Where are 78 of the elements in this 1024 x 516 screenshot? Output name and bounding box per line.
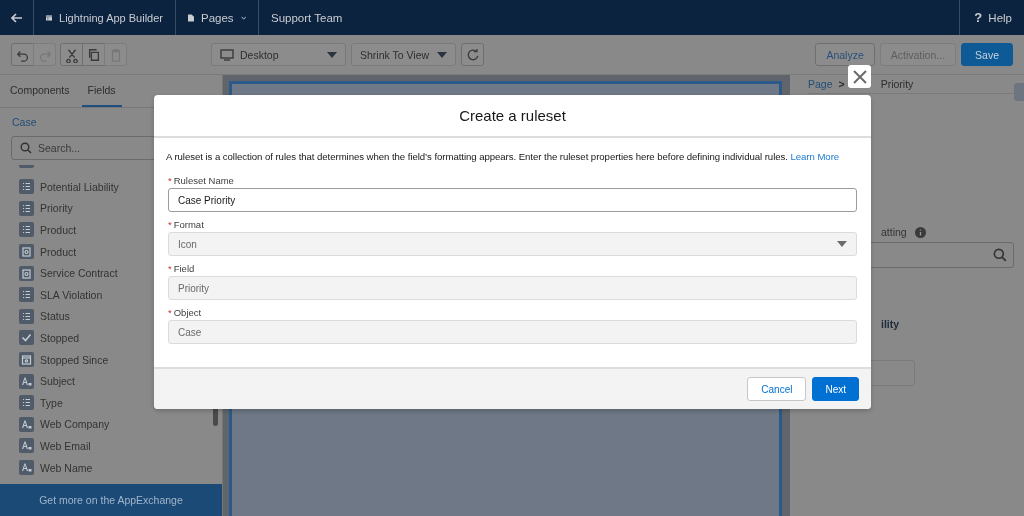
- picklist-field-icon: [19, 395, 34, 411]
- picklist-field-icon: [19, 287, 34, 303]
- dropdown-arrow-icon: [327, 51, 337, 58]
- dialog-button[interactable]: Next: [812, 377, 859, 401]
- field-name[interactable]: SLA Violation: [40, 288, 103, 301]
- picklist-field-icon: [19, 222, 34, 238]
- field-type-icon: [19, 165, 34, 168]
- text-field-icon: [19, 460, 34, 475]
- field-name[interactable]: Product: [40, 245, 77, 258]
- panel-tab[interactable]: Fields: [81, 75, 122, 107]
- object-link[interactable]: Case: [12, 116, 37, 128]
- undo-button[interactable]: [11, 43, 34, 66]
- picklist-field-icon: [19, 200, 34, 216]
- required-asterisk: *: [168, 263, 172, 274]
- collapse-handle[interactable]: [1014, 83, 1024, 101]
- chevron-icon: [240, 14, 246, 21]
- required-asterisk: *: [168, 307, 172, 318]
- close-button[interactable]: [848, 65, 871, 88]
- date-field-icon: [19, 352, 34, 368]
- picklist-field-icon: [19, 308, 34, 324]
- info-icon: [914, 226, 926, 238]
- required-asterisk: *: [168, 219, 172, 230]
- property-label: atting: [881, 226, 907, 238]
- field-label: Format: [173, 219, 204, 230]
- toolbar-button[interactable]: Analyze: [815, 43, 875, 66]
- panel-tab[interactable]: Components: [4, 75, 76, 107]
- toolbar-button[interactable]: Save: [961, 43, 1013, 66]
- lookup-field-icon: [19, 265, 34, 281]
- breadcrumb-link[interactable]: Page: [808, 78, 833, 90]
- app-name: Lightning App Builder: [59, 11, 163, 24]
- copy-icon: [86, 46, 101, 63]
- cut-button[interactable]: [60, 43, 83, 66]
- pages-menu[interactable]: Pages: [176, 0, 259, 35]
- field-name[interactable]: Web Email: [40, 439, 91, 452]
- zoom-dropdown[interactable]: Shrink To View: [351, 43, 456, 66]
- section-heading: ility: [881, 318, 901, 330]
- field-name[interactable]: Web Company: [40, 418, 110, 431]
- breadcrumb-separator: >: [838, 78, 845, 90]
- field-name[interactable]: Product: [40, 224, 77, 236]
- refresh-button[interactable]: [461, 43, 484, 66]
- search-icon: [20, 142, 32, 154]
- field-label: Ruleset Name: [173, 175, 234, 186]
- field-name[interactable]: Service Contract: [40, 267, 118, 280]
- lookup-field-icon: [19, 244, 34, 260]
- field-name[interactable]: Status: [40, 310, 70, 323]
- dropdown-arrow-icon: [837, 241, 847, 247]
- text-field-icon: [19, 373, 34, 389]
- text-field-icon: [19, 438, 34, 454]
- appexchange-button[interactable]: Get more on the AppExchange: [0, 484, 222, 516]
- back-arrow-icon: [10, 12, 23, 23]
- picklist-field-icon: [19, 179, 34, 195]
- checkbox-field-icon: [19, 330, 34, 346]
- monitor-icon: [220, 48, 234, 61]
- field-name[interactable]: Priority: [40, 202, 73, 215]
- dialog-button[interactable]: Cancel: [747, 377, 807, 401]
- dialog-title: Create a ruleset: [459, 107, 566, 124]
- required-asterisk: *: [168, 175, 172, 186]
- field-name[interactable]: Stopped Since: [40, 353, 109, 366]
- field-label: Field: [173, 263, 195, 274]
- refresh-icon: [465, 47, 480, 62]
- device-dropdown[interactable]: Desktop: [211, 43, 346, 66]
- help-button[interactable]: ? Help: [959, 0, 1024, 35]
- field-name[interactable]: Web Name: [40, 461, 93, 474]
- field-label: Object: [173, 307, 202, 318]
- learn-more-link[interactable]: Learn More: [790, 151, 840, 162]
- field-name[interactable]: Stopped: [40, 331, 80, 344]
- field-name[interactable]: Subject: [40, 375, 76, 388]
- text-field-icon: [19, 416, 34, 432]
- field-name[interactable]: Type: [40, 396, 63, 409]
- field-name[interactable]: Potential Liability: [40, 180, 119, 193]
- document-icon: [188, 11, 194, 24]
- input-field[interactable]: Case Priority: [168, 188, 857, 212]
- copy-button[interactable]: [82, 43, 105, 66]
- close-icon: [852, 69, 867, 84]
- search-icon: [993, 248, 1007, 262]
- dropdown-arrow-icon: [437, 51, 447, 58]
- breadcrumb-current: Priority: [880, 78, 914, 90]
- page-name: Support Team: [270, 10, 344, 26]
